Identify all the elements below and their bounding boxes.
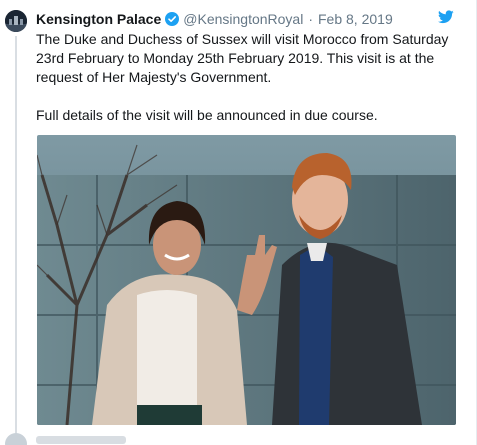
next-tweet-avatar[interactable]	[5, 433, 27, 445]
next-tweet-name-placeholder	[36, 436, 126, 444]
tweet-text: The Duke and Duchess of Sussex will visi…	[36, 30, 461, 125]
tweet-header: Kensington Palace @KensingtonRoyal · Feb…	[36, 9, 461, 29]
header-separator: ·	[308, 11, 313, 27]
tweet-card: Kensington Palace @KensingtonRoyal · Feb…	[0, 0, 477, 445]
twitter-bird-icon[interactable]	[438, 10, 454, 24]
verified-badge-icon	[165, 12, 180, 26]
thread-line	[15, 36, 17, 436]
author-handle[interactable]: @KensingtonRoyal	[183, 11, 303, 27]
next-tweet-header	[36, 432, 186, 445]
avatar[interactable]	[5, 10, 27, 32]
tweet-photo[interactable]	[37, 135, 456, 425]
tweet-text-paragraph-2: Full details of the visit will be announ…	[36, 107, 378, 123]
tweet-date[interactable]: Feb 8, 2019	[318, 11, 393, 27]
author-name[interactable]: Kensington Palace	[36, 11, 161, 27]
tweet-text-paragraph-1: The Duke and Duchess of Sussex will visi…	[36, 31, 449, 85]
